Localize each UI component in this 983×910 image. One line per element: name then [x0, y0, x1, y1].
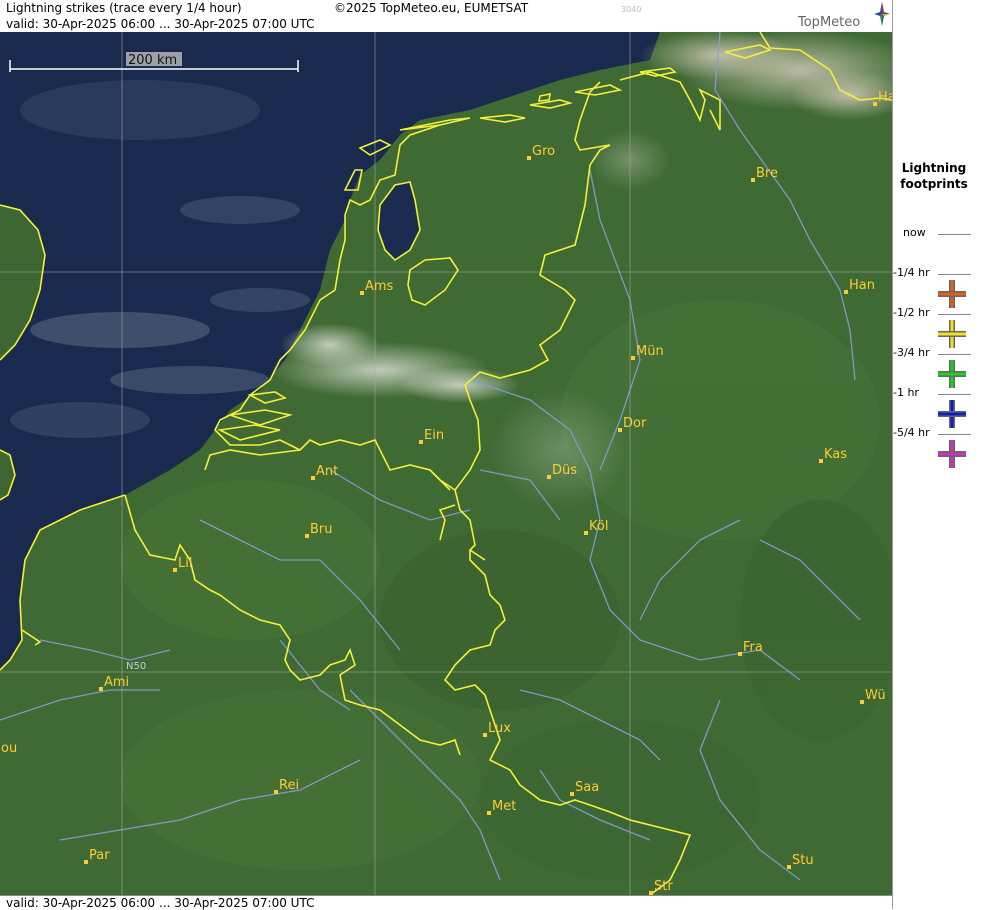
lightning-cross-icon	[938, 400, 966, 428]
legend-row-line	[938, 234, 971, 235]
legend-row-label: -3/4 hr	[893, 346, 930, 359]
city-han: Han	[844, 278, 875, 294]
topmeteo-logo[interactable]: TopMeteo	[796, 2, 890, 32]
city-label: Ein	[424, 428, 444, 443]
city-label: Gro	[532, 144, 555, 159]
logo-text: TopMeteo	[798, 15, 861, 30]
map-code: 3040	[621, 5, 642, 14]
legend-row-line	[938, 434, 971, 435]
city-marker	[487, 811, 491, 815]
valid-time-footer: valid: 30-Apr-2025 06:00 ... 30-Apr-2025…	[6, 896, 315, 910]
city-marker	[751, 178, 755, 182]
city-düs: Düs	[547, 463, 577, 479]
city-marker	[84, 860, 88, 864]
city-marker	[819, 459, 823, 463]
city-label: Mün	[636, 344, 664, 359]
city-label: Han	[849, 278, 875, 293]
city-kas: Kas	[819, 447, 847, 463]
city-label: Stu	[792, 853, 814, 868]
city-gro: Gro	[527, 144, 555, 160]
city-marker	[787, 865, 791, 869]
city-ou: ou	[1, 741, 17, 756]
city-marker	[173, 568, 177, 572]
city-label: Kas	[824, 447, 847, 462]
city-marker	[483, 733, 487, 737]
city-marker	[360, 291, 364, 295]
lightning-cross-icon	[938, 440, 966, 468]
city-mün: Mün	[631, 344, 664, 360]
satellite-map[interactable]: N50 GroBreHaAms HanMünDorEinKasAnt DüsBr…	[0, 32, 892, 895]
city-marker	[584, 531, 588, 535]
city-ant: Ant	[311, 464, 338, 480]
legend-row-line	[938, 274, 971, 275]
city-label: Saa	[575, 780, 599, 795]
city-marker	[274, 790, 278, 794]
legend-row-label: -1 hr	[893, 386, 919, 399]
header: Lightning strikes (trace every 1/4 hour)…	[0, 0, 892, 32]
lightning-cross-icon	[938, 320, 966, 348]
city-label: Fra	[743, 640, 763, 655]
footer: valid: 30-Apr-2025 06:00 ... 30-Apr-2025…	[0, 895, 892, 910]
city-label: Dor	[623, 416, 647, 431]
city-marker	[618, 428, 622, 432]
city-bru: Bru	[305, 522, 333, 538]
legend-row-label: now	[903, 226, 926, 239]
legend-row-line	[938, 314, 971, 315]
city-label: Rei	[279, 778, 299, 793]
city-label: Wü	[865, 688, 886, 703]
city-marker	[527, 156, 531, 160]
city-lux: Lux	[483, 721, 511, 737]
city-label: Bru	[310, 522, 333, 537]
city-marker	[844, 290, 848, 294]
valid-time-header: valid: 30-Apr-2025 06:00 ... 30-Apr-2025…	[6, 17, 315, 31]
legend-title-line1: Lightning	[901, 161, 967, 175]
city-marker	[419, 440, 423, 444]
city-label: Ant	[316, 464, 338, 479]
legend-row-label: -1/2 hr	[893, 306, 930, 319]
city-marker	[311, 476, 315, 480]
legend-row-line	[938, 354, 971, 355]
city-label: Köl	[589, 519, 608, 534]
city-label: Met	[492, 799, 516, 814]
city-marker	[547, 475, 551, 479]
scale-label: 200 km	[128, 53, 177, 68]
city-label: ou	[1, 741, 17, 756]
city-saa: Saa	[570, 780, 599, 796]
city-label: Ams	[365, 279, 394, 294]
city-bre: Bre	[751, 166, 778, 182]
city-marker	[738, 652, 742, 656]
copyright-text: ©2025 TopMeteo.eu, EUMETSAT	[334, 1, 529, 15]
city-dor: Dor	[618, 416, 647, 432]
city-label: Par	[89, 848, 110, 863]
city-ams: Ams	[360, 279, 394, 295]
city-label: Str	[654, 879, 673, 894]
legend-row-label: -1/4 hr	[893, 266, 930, 279]
lightning-cross-icon	[938, 360, 966, 388]
grid-lat-label: N50	[126, 661, 146, 672]
city-label: Lil	[178, 556, 192, 571]
city-label: Lux	[488, 721, 511, 736]
city-marker	[860, 700, 864, 704]
city-label: Ha	[878, 90, 892, 105]
city-marker	[873, 102, 877, 106]
legend-title-line2: footprints	[900, 177, 968, 191]
legend-row-label: -5/4 hr	[893, 426, 930, 439]
city-ami: Ami	[99, 675, 129, 691]
legend-title: Lightning footprints	[893, 160, 975, 192]
city-marker	[305, 534, 309, 538]
city-label: Ami	[104, 675, 129, 690]
compass-star-icon	[874, 2, 890, 26]
city-marker	[631, 356, 635, 360]
map-title: Lightning strikes (trace every 1/4 hour)	[6, 1, 242, 15]
legend-row-line	[938, 394, 971, 395]
city-marker	[99, 687, 103, 691]
city-label: Bre	[756, 166, 778, 181]
city-marker	[570, 792, 574, 796]
lightning-cross-icon	[938, 280, 966, 308]
city-met: Met	[487, 799, 516, 815]
city-label: Düs	[552, 463, 577, 478]
map-area[interactable]: N50 Gro Bre Ha Ams Han Mün Dor Ein Kas A…	[0, 32, 892, 895]
legend-panel: Lightning footprints now -1/4 hr -1/2 hr -3…	[892, 0, 983, 909]
